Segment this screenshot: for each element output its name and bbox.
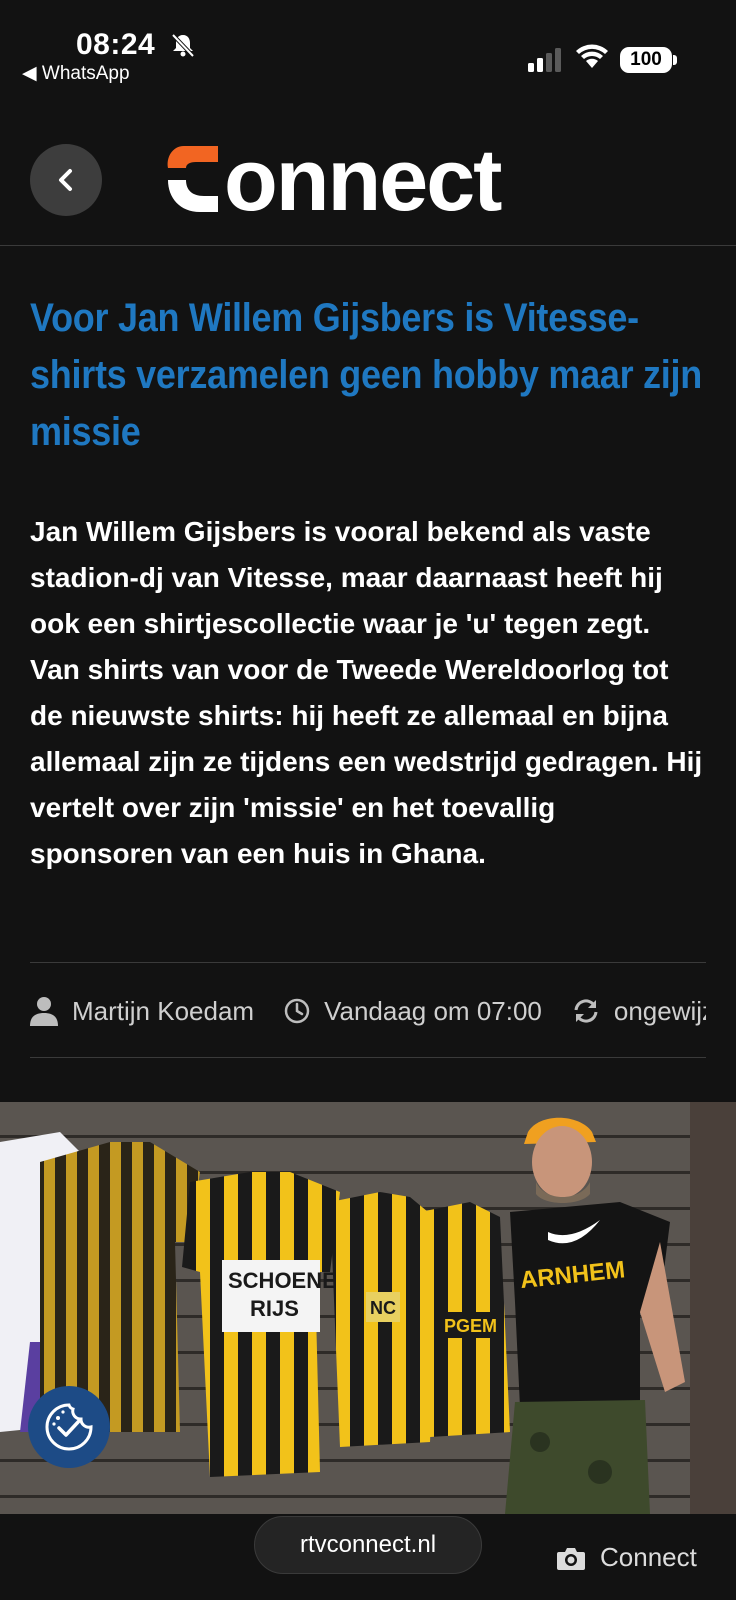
- browser-bottom-bar: rtvconnect.nl Connect: [0, 1514, 736, 1600]
- source-link[interactable]: Connect: [556, 1542, 697, 1573]
- svg-text:RIJS: RIJS: [250, 1296, 299, 1321]
- source-label: Connect: [600, 1542, 697, 1572]
- updated-status: ongewijzigd: [613, 995, 706, 1026]
- updated-item: ongewijzigd: [572, 996, 706, 1027]
- person-icon: [30, 997, 58, 1026]
- svg-text:PGEM: PGEM: [444, 1316, 497, 1336]
- logo-text: onnect: [224, 130, 502, 228]
- status-time: 08:24: [76, 28, 156, 61]
- date-item: Vandaag om 07:00: [284, 996, 542, 1027]
- status-bar: 08:24 ◀ WhatsApp 100: [0, 0, 736, 96]
- publish-date: Vandaag om 07:00: [324, 995, 542, 1026]
- photo-illustration: SCHOENEN RIJS NC PGEM ARNHEM: [0, 1102, 736, 1514]
- author-item[interactable]: Martijn Koedam: [30, 996, 254, 1027]
- author-name: Martijn Koedam: [72, 995, 255, 1026]
- cookie-check-icon: [45, 1403, 93, 1451]
- wifi-icon: [576, 44, 608, 68]
- app-header: onnect: [0, 96, 736, 246]
- battery-tip: [673, 55, 677, 65]
- svg-text:NC: NC: [370, 1298, 396, 1318]
- article: Voor Jan Willem Gijsbers is Vitesse-shir…: [30, 290, 706, 877]
- bell-muted-icon: [171, 33, 195, 58]
- chevron-left-icon: [59, 169, 72, 191]
- signal-icon: [528, 48, 561, 72]
- cookie-settings-button[interactable]: [28, 1386, 110, 1468]
- battery-indicator: 100: [620, 47, 672, 73]
- back-to-app-link[interactable]: ◀ WhatsApp: [22, 62, 130, 85]
- article-lead: Jan Willem Gijsbers is vooral bekend als…: [30, 516, 703, 869]
- camera-icon: [557, 1547, 585, 1570]
- clock-icon: [284, 998, 310, 1024]
- article-photo[interactable]: SCHOENEN RIJS NC PGEM ARNHEM: [0, 1102, 736, 1514]
- back-button[interactable]: [30, 144, 102, 216]
- connect-logo[interactable]: onnect: [166, 128, 566, 228]
- article-title: Voor Jan Willem Gijsbers is Vitesse-shir…: [30, 296, 702, 454]
- url-bar[interactable]: rtvconnect.nl: [254, 1516, 482, 1574]
- refresh-icon: [574, 999, 598, 1023]
- article-meta: Martijn Koedam Vandaag om 07:00 ongewijz…: [30, 962, 706, 1058]
